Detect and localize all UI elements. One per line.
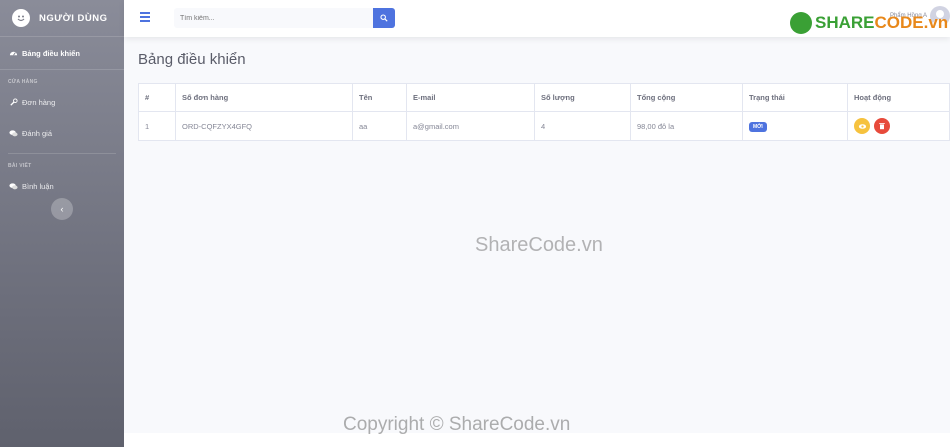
watermark-copyright: Copyright © ShareCode.vn (343, 414, 571, 435)
col-header-order-no[interactable]: Số đơn hàng (175, 83, 353, 112)
sharecode-logo-icon (790, 12, 812, 34)
logo-text-code: CODE.vn (874, 13, 949, 32)
cell-quantity: 4 (534, 111, 631, 141)
col-header-index[interactable]: # (138, 83, 176, 112)
cell-total: 98,00 đô la (630, 111, 743, 141)
watermark-center: ShareCode.vn (475, 234, 603, 256)
sharecode-logo: SHARE CODE.vn (790, 12, 948, 34)
brand-text: NGƯỜI DÙNG (39, 12, 108, 24)
search-input[interactable] (174, 8, 373, 28)
view-button[interactable] (854, 118, 870, 134)
page-title: Bảng điều khiển (138, 51, 246, 68)
sidebar-toggle-button[interactable]: ‹ (51, 198, 73, 220)
dashboard-icon (8, 48, 18, 58)
trash-icon (879, 123, 885, 130)
delete-button[interactable] (874, 118, 891, 134)
cell-order-no: ORD-CQFZYX4GFQ (175, 111, 353, 141)
col-header-name[interactable]: Tên (352, 83, 407, 112)
sidebar-brand[interactable]: NGƯỜI DÙNG (0, 0, 124, 37)
eye-icon (858, 123, 866, 129)
table-header-row: # Số đơn hàng Tên E-mail Số lượng Tổng c… (138, 83, 950, 112)
smile-icon (12, 9, 30, 27)
cell-email: a@gmail.com (406, 111, 535, 141)
sidebar-item-label: Đơn hàng (22, 98, 56, 107)
comments-icon (8, 182, 18, 192)
sidebar-item-label: Đánh giá (22, 129, 53, 138)
orders-table: # Số đơn hàng Tên E-mail Số lượng Tổng c… (138, 83, 950, 141)
cell-actions (847, 111, 950, 141)
col-header-actions: Hoạt động (847, 83, 950, 112)
cell-index: 1 (138, 111, 176, 141)
col-header-status[interactable]: Trạng thái (742, 83, 848, 112)
sidebar-item-label: Bảng điều khiển (22, 48, 80, 58)
search-icon (380, 14, 388, 22)
cell-name: aa (352, 111, 407, 141)
sidebar: NGƯỜI DÙNG Bảng điều khiển CỬA HÀNG Đơn … (0, 0, 124, 447)
search-button[interactable] (373, 8, 395, 28)
sidebar-item-dashboard[interactable]: Bảng điều khiển (0, 37, 124, 70)
sidebar-item-orders[interactable]: Đơn hàng (0, 87, 124, 118)
logo-text-share: SHARE (815, 13, 875, 32)
col-header-total[interactable]: Tổng cộng (630, 83, 743, 112)
comments-icon (8, 129, 18, 139)
table-row: 1 ORD-CQFZYX4GFQ aa a@gmail.com 4 98,00 … (138, 111, 950, 141)
menu-icon[interactable] (140, 12, 150, 22)
sidebar-item-label: Bình luận (22, 182, 54, 191)
sidebar-heading-posts: BÀI VIẾT (8, 163, 32, 169)
col-header-email[interactable]: E-mail (406, 83, 535, 112)
col-header-quantity[interactable]: Số lượng (534, 83, 631, 112)
search-form (174, 8, 395, 28)
status-badge: MỚI (749, 121, 767, 132)
sidebar-item-reviews[interactable]: Đánh giá (0, 118, 124, 149)
cell-status: MỚI (742, 111, 848, 141)
sidebar-heading-store: CỬA HÀNG (8, 79, 38, 85)
wrench-icon (8, 98, 18, 108)
